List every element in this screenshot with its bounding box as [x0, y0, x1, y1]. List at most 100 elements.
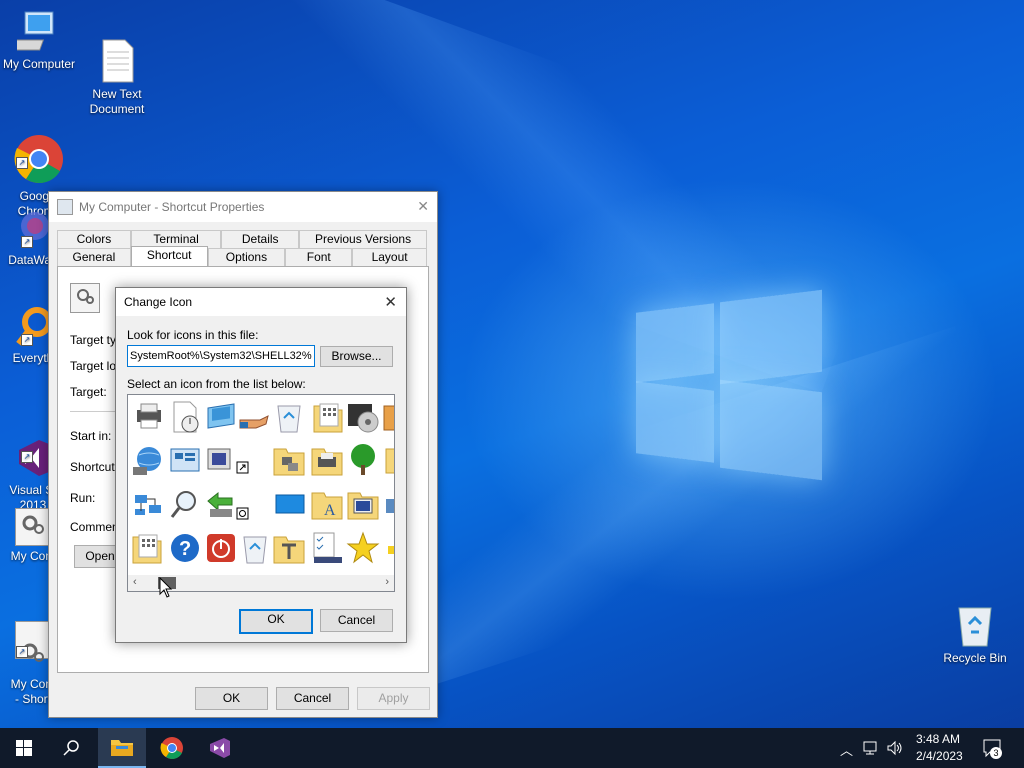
checklist-icon[interactable] [310, 531, 344, 565]
desktop-icon-my-computer[interactable]: My Computer [0, 8, 78, 72]
run-label: Run: [70, 491, 96, 505]
desktop-icon-new-text-document[interactable]: New Text Document [78, 8, 156, 117]
help-icon[interactable]: ? [168, 531, 202, 565]
dialog-title: Change Icon [124, 295, 193, 309]
visual-studio-icon [210, 738, 230, 758]
scroll-right-arrow-icon[interactable]: › [385, 576, 389, 588]
select-icon-label: Select an icon from the list below: [127, 377, 306, 391]
computer-settings-icon [15, 508, 51, 546]
printer-icon[interactable] [131, 400, 165, 434]
desktop-icon-recycle-bin[interactable]: Recycle Bin [936, 602, 1014, 666]
recycle-bin-icon [953, 602, 997, 648]
tab-general[interactable]: General [57, 248, 131, 266]
close-icon[interactable]: ✕ [417, 198, 429, 215]
monitor-icon[interactable] [204, 400, 238, 434]
divider [70, 411, 120, 412]
tab-previous-versions[interactable]: Previous Versions [299, 230, 427, 248]
desktop-icon-label: Recycle Bin [943, 651, 1007, 665]
shortcut-overlay-icon[interactable] [236, 461, 250, 475]
apply-button[interactable]: Apply [357, 687, 430, 710]
svg-text:A: A [324, 502, 336, 519]
tab-colors[interactable]: Colors [57, 230, 131, 248]
clock-time[interactable]: 3:48 AM [916, 732, 960, 746]
tree-icon[interactable] [346, 443, 380, 477]
dialog-titlebar[interactable]: My Computer - Shortcut Properties [49, 192, 437, 222]
folder-grid-icon[interactable] [131, 531, 165, 565]
start-button[interactable] [0, 728, 48, 768]
orange-partial-icon[interactable] [382, 400, 394, 434]
volume-icon[interactable] [886, 740, 904, 759]
folder-font-icon[interactable]: A [310, 487, 344, 521]
tab-details[interactable]: Details [221, 230, 300, 248]
star-icon[interactable] [346, 531, 380, 565]
computer-icon [5, 8, 61, 54]
blue-partial-icon[interactable] [384, 487, 394, 521]
icon-list[interactable]: A ? ‹ › [127, 394, 395, 592]
blue-rectangle-icon[interactable] [274, 487, 308, 521]
search-icon [63, 740, 79, 756]
look-for-icons-label: Look for icons in this file: [127, 328, 259, 342]
folder-tools-icon[interactable] [272, 531, 306, 565]
media-player-icon[interactable] [346, 400, 380, 434]
browse-button[interactable]: Browse... [320, 346, 393, 367]
chrome-icon [160, 737, 183, 759]
folder-printer-icon[interactable] [310, 443, 344, 477]
clock-date[interactable]: 2/4/2023 [916, 749, 963, 763]
dialog-title: My Computer - Shortcut Properties [79, 200, 265, 214]
mouse-cursor [159, 576, 173, 602]
ok-button[interactable]: OK [195, 687, 268, 710]
action-center-icon[interactable]: 3 [982, 738, 1004, 761]
folder-grid-icon[interactable] [312, 400, 346, 434]
desktop-icon-label: My Computer [2, 57, 76, 71]
taskbar-file-explorer[interactable] [98, 728, 146, 768]
text-document-icon [95, 23, 139, 83]
globe-network-icon[interactable] [131, 443, 165, 477]
folder-network-icon[interactable] [272, 443, 306, 477]
windows-wallpaper-logo [636, 289, 822, 481]
scroll-left-arrow-icon[interactable]: ‹ [133, 576, 137, 588]
go-back-icon[interactable] [204, 487, 238, 521]
file-explorer-icon [111, 740, 133, 756]
document-clock-icon[interactable] [168, 400, 202, 434]
hand-share-icon[interactable] [238, 400, 272, 434]
folder-computer-icon[interactable] [346, 487, 380, 521]
dialog-titlebar[interactable]: Change Icon [116, 288, 406, 316]
tab-options[interactable]: Options [207, 248, 286, 266]
taskbar: ︿ 3:48 AM 2/4/2023 3 [0, 728, 1024, 768]
svg-text:?: ? [179, 538, 191, 560]
target-label: Target: [70, 385, 107, 399]
control-panel-icon[interactable] [168, 443, 202, 477]
small-partial-icon[interactable] [388, 545, 394, 579]
display-properties-icon[interactable] [204, 443, 238, 477]
ok-button[interactable]: OK [239, 609, 313, 634]
network-icon[interactable] [862, 740, 880, 759]
tab-layout[interactable]: Layout [352, 248, 427, 266]
show-hidden-icons-chevron-icon[interactable]: ︿ [840, 740, 853, 759]
chrome-icon: ↗ [14, 119, 64, 183]
icon-file-path-input[interactable]: %SystemRoot%\System32\SHELL32 [127, 345, 315, 367]
taskbar-visual-studio[interactable] [196, 728, 244, 768]
taskbar-chrome[interactable] [148, 728, 196, 768]
notification-count-badge: 3 [990, 747, 1002, 759]
recycle-bin-empty-icon[interactable] [238, 531, 272, 565]
desktop-icon-label: New Text Document [89, 87, 145, 116]
power-icon[interactable] [204, 531, 238, 565]
recycle-bin-full-icon[interactable] [272, 400, 306, 434]
network-icon[interactable] [131, 487, 165, 521]
close-icon[interactable]: ✕ [384, 293, 397, 311]
magnifier-search-icon[interactable] [168, 487, 202, 521]
tab-shortcut[interactable]: Shortcut [130, 246, 208, 267]
search-button[interactable] [48, 728, 96, 768]
datawag-icon: ↗ [13, 206, 53, 250]
shortcut-big-icon [70, 283, 100, 313]
computer-settings-icon: ↗ [15, 621, 51, 662]
tab-font[interactable]: Font [285, 248, 353, 266]
shortcut-app-icon [57, 199, 73, 215]
cancel-button[interactable]: Cancel [276, 687, 349, 710]
start-in-label: Start in: [70, 429, 112, 443]
shortcut-clock-icon[interactable] [236, 507, 250, 521]
visual-studio-icon: ↗ [13, 421, 53, 476]
everything-search-icon: ↗ [13, 304, 53, 348]
yellow-partial-icon[interactable] [384, 443, 394, 477]
cancel-button[interactable]: Cancel [320, 609, 393, 632]
